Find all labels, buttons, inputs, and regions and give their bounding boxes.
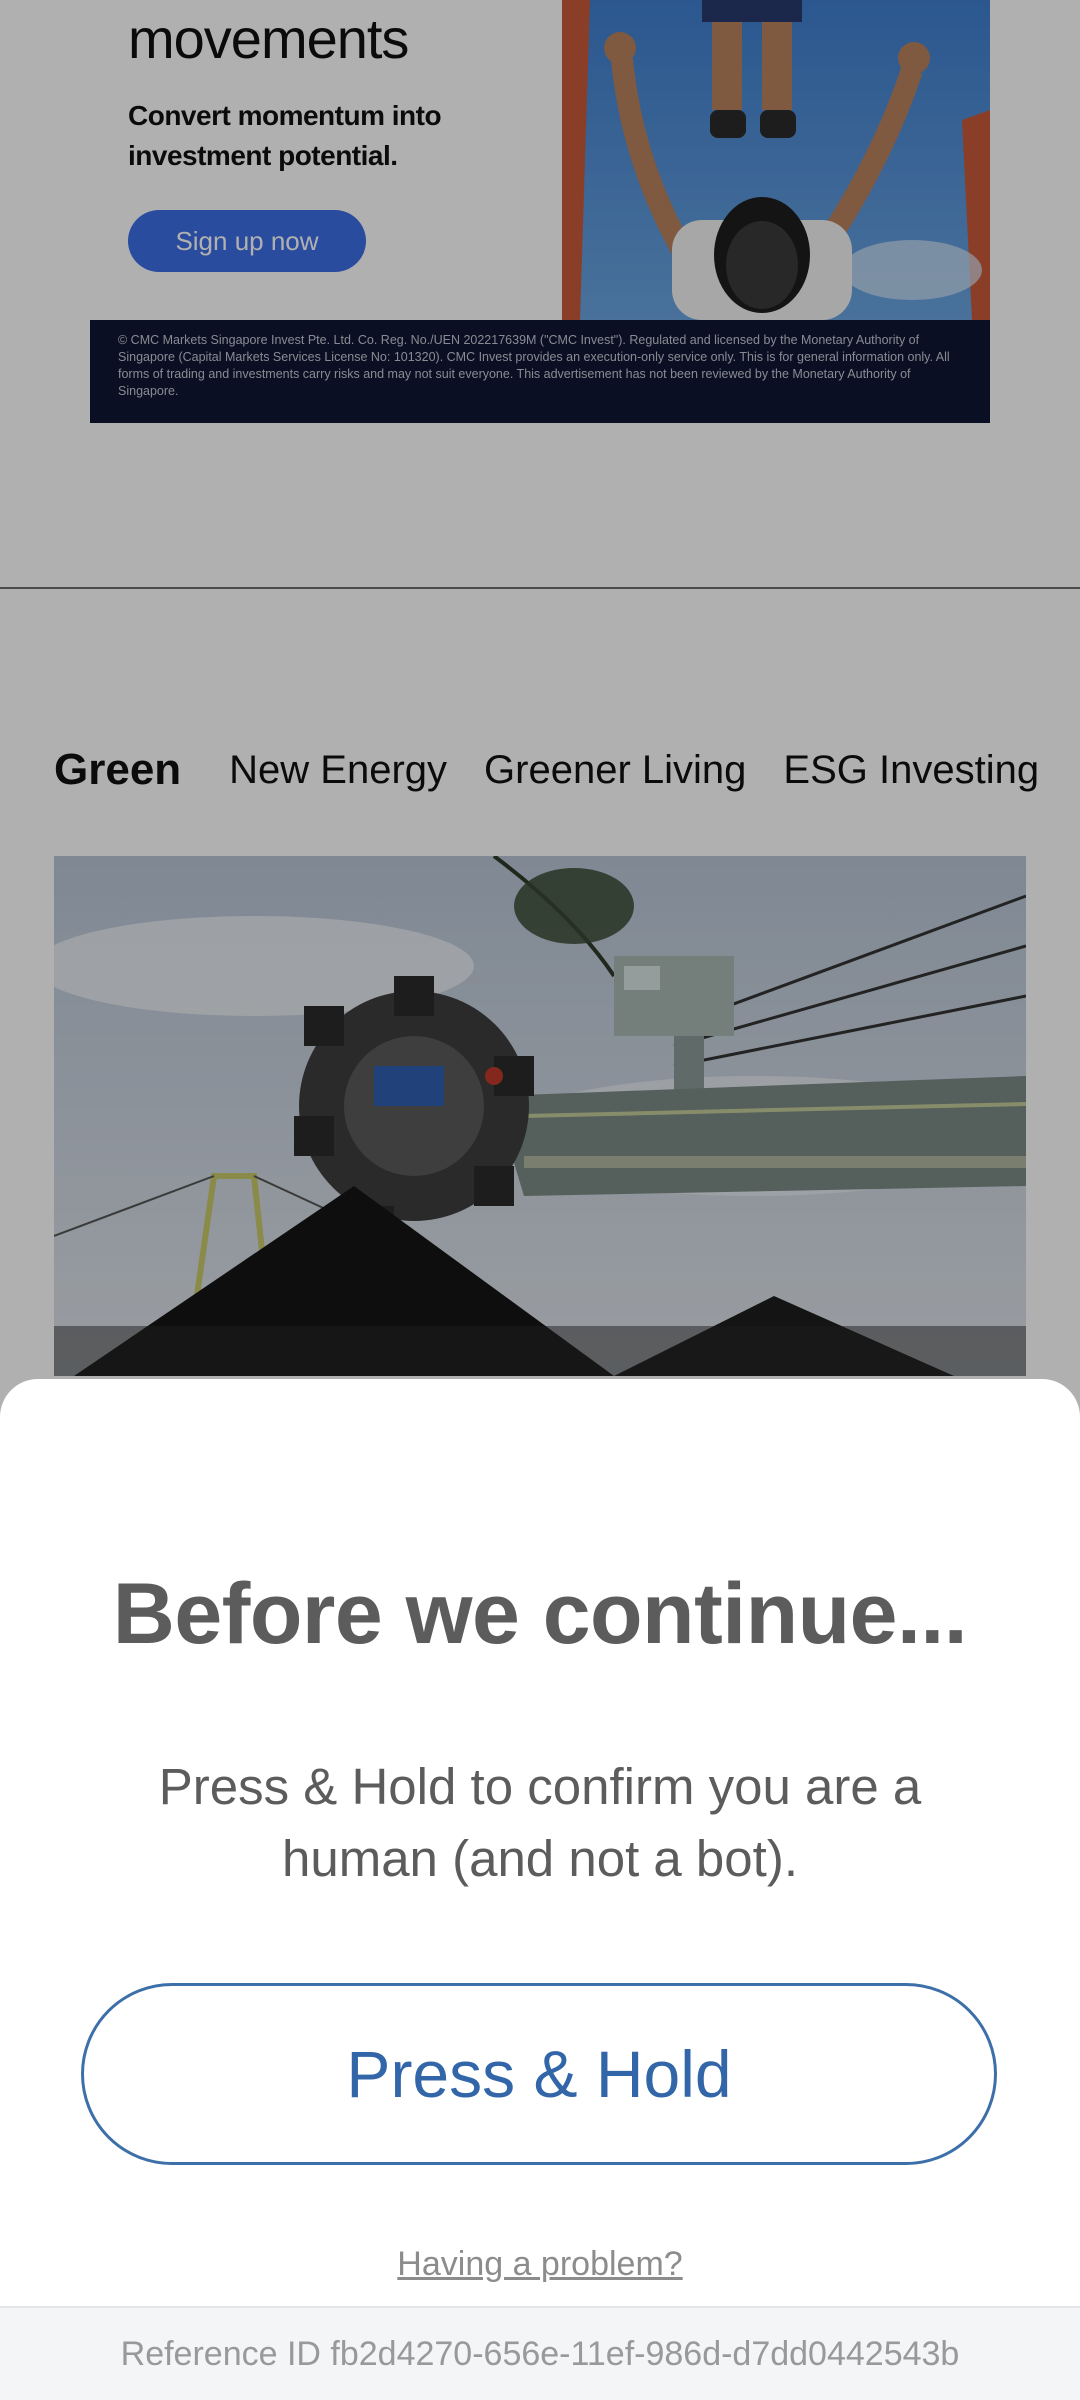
press-and-hold-button[interactable]: Press & Hold <box>81 1983 997 2165</box>
sheet-instruction: Press & Hold to confirm you are a human … <box>158 1758 922 1887</box>
having-a-problem-link[interactable]: Having a problem? <box>0 2245 1080 2284</box>
human-verification-sheet: Before we continue... Press & Hold to co… <box>0 1379 1080 2400</box>
sheet-title: Before we continue... <box>112 1566 968 1662</box>
reference-id: Reference ID fb2d4270-656e-11ef-986d-d7d… <box>0 2306 1080 2400</box>
